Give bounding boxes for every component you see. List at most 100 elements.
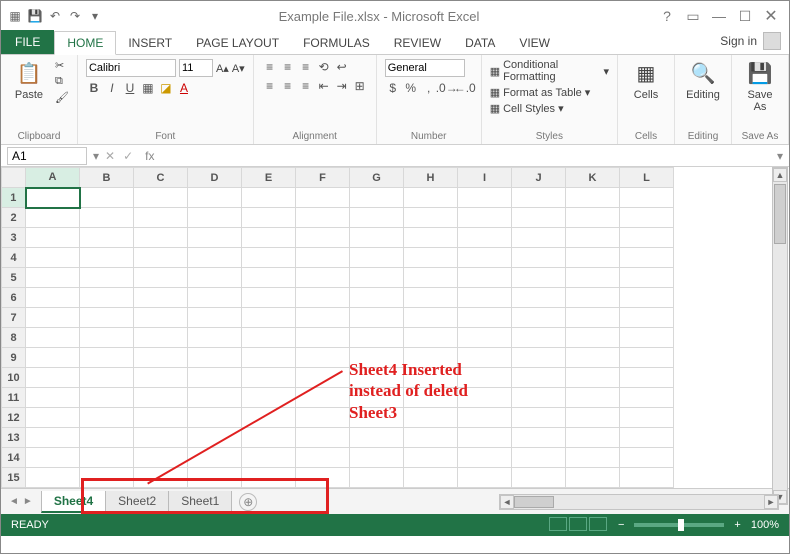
col-header-F[interactable]: F [296, 168, 350, 188]
cell-E10[interactable] [242, 368, 296, 388]
cell-L13[interactable] [620, 428, 674, 448]
cell-A2[interactable] [26, 208, 80, 228]
cell-L7[interactable] [620, 308, 674, 328]
row-header-5[interactable]: 5 [2, 268, 26, 288]
row-header-12[interactable]: 12 [2, 408, 26, 428]
currency-icon[interactable]: $ [385, 80, 401, 96]
cell-E7[interactable] [242, 308, 296, 328]
merge-center-icon[interactable]: ⊞ [352, 78, 368, 94]
cell-L12[interactable] [620, 408, 674, 428]
cell-J10[interactable] [512, 368, 566, 388]
cell-E3[interactable] [242, 228, 296, 248]
cell-D7[interactable] [188, 308, 242, 328]
cell-H6[interactable] [404, 288, 458, 308]
undo-icon[interactable]: ↶ [47, 8, 63, 24]
tab-insert[interactable]: INSERT [116, 32, 184, 54]
view-buttons[interactable] [548, 517, 608, 534]
select-all-corner[interactable] [2, 168, 26, 188]
decrease-decimal-icon[interactable]: ←.0 [457, 80, 473, 96]
cell-B5[interactable] [80, 268, 134, 288]
scroll-left-icon[interactable]: ◄ [500, 495, 514, 509]
col-header-J[interactable]: J [512, 168, 566, 188]
bold-icon[interactable]: B [86, 80, 102, 96]
cell-C5[interactable] [134, 268, 188, 288]
cell-K2[interactable] [566, 208, 620, 228]
font-color-icon[interactable]: A [176, 80, 192, 96]
cell-K9[interactable] [566, 348, 620, 368]
cell-G1[interactable] [350, 188, 404, 208]
col-header-K[interactable]: K [566, 168, 620, 188]
cell-L2[interactable] [620, 208, 674, 228]
horizontal-scroll-thumb[interactable] [514, 496, 554, 508]
cell-C9[interactable] [134, 348, 188, 368]
cell-E9[interactable] [242, 348, 296, 368]
cell-K15[interactable] [566, 468, 620, 488]
row-header-7[interactable]: 7 [2, 308, 26, 328]
enter-formula-icon[interactable]: ✓ [123, 149, 133, 163]
cell-A13[interactable] [26, 428, 80, 448]
cell-G5[interactable] [350, 268, 404, 288]
cell-E1[interactable] [242, 188, 296, 208]
cell-G14[interactable] [350, 448, 404, 468]
cell-B1[interactable] [80, 188, 134, 208]
help-icon[interactable]: ? [655, 4, 679, 28]
minimize-icon[interactable]: — [707, 4, 731, 28]
scroll-right-icon[interactable]: ► [764, 495, 778, 509]
tab-home[interactable]: HOME [54, 31, 116, 55]
cell-L15[interactable] [620, 468, 674, 488]
cell-I9[interactable] [458, 348, 512, 368]
cell-K13[interactable] [566, 428, 620, 448]
qat-customize-icon[interactable]: ▾ [87, 8, 103, 24]
cell-L1[interactable] [620, 188, 674, 208]
cell-E15[interactable] [242, 468, 296, 488]
cell-B11[interactable] [80, 388, 134, 408]
cell-I13[interactable] [458, 428, 512, 448]
cell-J5[interactable] [512, 268, 566, 288]
col-header-E[interactable]: E [242, 168, 296, 188]
cell-A12[interactable] [26, 408, 80, 428]
align-middle-icon[interactable]: ≡ [280, 59, 296, 75]
cell-D5[interactable] [188, 268, 242, 288]
increase-decimal-icon[interactable]: .0→ [439, 80, 455, 96]
tab-page-layout[interactable]: PAGE LAYOUT [184, 32, 291, 54]
cell-D10[interactable] [188, 368, 242, 388]
sheet-tab-sheet4[interactable]: Sheet4 [41, 491, 106, 513]
font-size-select[interactable] [179, 59, 213, 77]
fx-icon[interactable]: fx [139, 149, 160, 163]
cell-I8[interactable] [458, 328, 512, 348]
save-icon[interactable]: 💾 [27, 8, 43, 24]
cell-J14[interactable] [512, 448, 566, 468]
cell-L4[interactable] [620, 248, 674, 268]
align-left-icon[interactable]: ≡ [262, 78, 278, 94]
italic-icon[interactable]: I [104, 80, 120, 96]
cell-A9[interactable] [26, 348, 80, 368]
cell-F7[interactable] [296, 308, 350, 328]
save-as-button[interactable]: 💾 Save As [740, 59, 780, 113]
wrap-text-icon[interactable]: ↩ [334, 59, 350, 75]
cell-H2[interactable] [404, 208, 458, 228]
cell-B8[interactable] [80, 328, 134, 348]
cell-C4[interactable] [134, 248, 188, 268]
cell-D12[interactable] [188, 408, 242, 428]
cell-I3[interactable] [458, 228, 512, 248]
cell-H10[interactable] [404, 368, 458, 388]
format-as-table-button[interactable]: ▦ Format as Table ▾ [490, 86, 591, 99]
cell-styles-button[interactable]: ▦ Cell Styles ▾ [490, 102, 564, 115]
cell-J13[interactable] [512, 428, 566, 448]
cell-E5[interactable] [242, 268, 296, 288]
cell-H8[interactable] [404, 328, 458, 348]
increase-indent-icon[interactable]: ⇥ [334, 78, 350, 94]
cell-L10[interactable] [620, 368, 674, 388]
cell-G13[interactable] [350, 428, 404, 448]
col-header-I[interactable]: I [458, 168, 512, 188]
cell-J8[interactable] [512, 328, 566, 348]
align-right-icon[interactable]: ≡ [298, 78, 314, 94]
cell-K7[interactable] [566, 308, 620, 328]
cell-B2[interactable] [80, 208, 134, 228]
orientation-icon[interactable]: ⟲ [316, 59, 332, 75]
vertical-scrollbar[interactable]: ▲ ▼ [772, 167, 788, 505]
cell-H9[interactable] [404, 348, 458, 368]
tab-data[interactable]: DATA [453, 32, 507, 54]
cell-I2[interactable] [458, 208, 512, 228]
cell-H5[interactable] [404, 268, 458, 288]
